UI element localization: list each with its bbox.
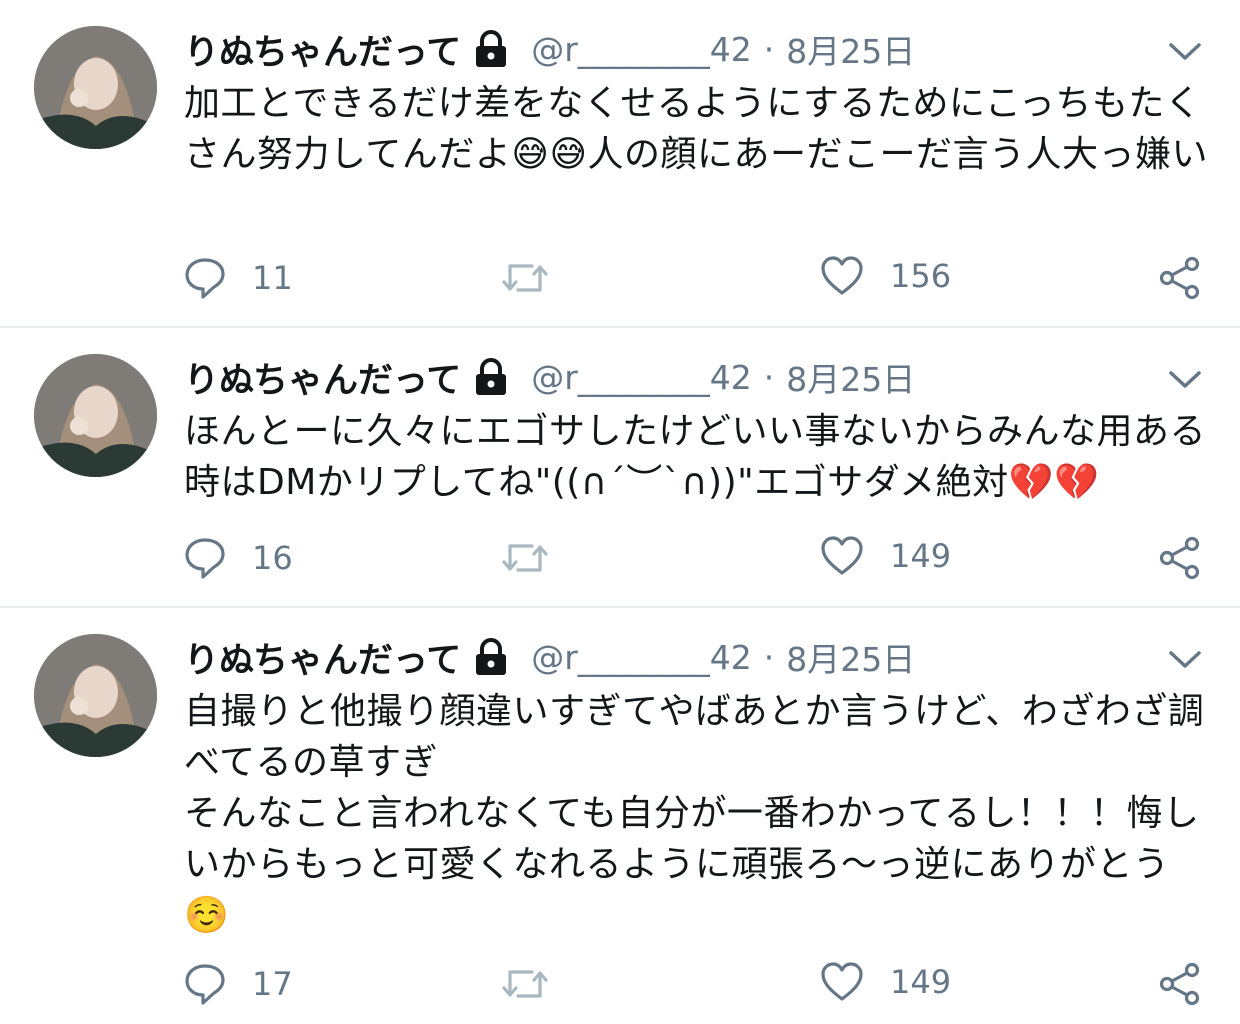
- separator-dot: ·: [763, 29, 775, 69]
- avatar-image: [34, 634, 157, 757]
- chevron-down-icon[interactable]: [1165, 36, 1205, 66]
- reply-button[interactable]: 17: [184, 962, 293, 1006]
- like-icon: [821, 962, 863, 1001]
- like-button[interactable]: 149: [820, 536, 951, 576]
- avatar[interactable]: [34, 354, 157, 477]
- reply-button[interactable]: 16: [184, 536, 293, 580]
- reply-count: 11: [252, 259, 293, 297]
- share-button[interactable]: [1158, 962, 1202, 1006]
- share-icon: [1159, 536, 1200, 580]
- reply-count: 17: [252, 965, 293, 1003]
- avatar-image: [34, 26, 157, 149]
- like-icon: [821, 536, 863, 575]
- display-name[interactable]: りぬちゃんだって: [184, 632, 461, 683]
- lock-icon: [473, 29, 509, 69]
- share-button[interactable]: [1158, 536, 1202, 580]
- user-handle[interactable]: @r________42: [531, 358, 752, 397]
- tweet-actions: 16 149: [0, 528, 1240, 588]
- like-icon: [821, 256, 863, 295]
- chevron-down-icon[interactable]: [1165, 644, 1205, 674]
- reply-icon: [185, 964, 225, 1005]
- tweet-header: りぬちゃんだって @r________42 · 8月25日: [184, 630, 915, 684]
- retweet-icon: [502, 544, 548, 572]
- retweet-icon: [502, 970, 548, 998]
- like-button[interactable]: 149: [820, 962, 951, 1002]
- tweet-date[interactable]: 8月25日: [786, 353, 915, 401]
- tweet-text: ほんとーに久々にエゴサしたけどいい事ないからみんな用ある時はDMかリプしてね"(…: [184, 411, 1207, 503]
- retweet-button[interactable]: [500, 538, 550, 578]
- user-handle[interactable]: @r________42: [531, 30, 752, 69]
- retweet-icon: [502, 264, 548, 292]
- tweet-actions: 11 156: [0, 248, 1240, 308]
- like-button[interactable]: 156: [820, 256, 951, 296]
- chevron-down-icon[interactable]: [1165, 364, 1205, 394]
- tweet[interactable]: りぬちゃんだって @r________42 · 8月25日 加工とできるだけ差を…: [0, 0, 1240, 326]
- tweet-date[interactable]: 8月25日: [786, 25, 915, 73]
- separator-dot: ·: [763, 357, 775, 397]
- tweet-actions: 17 149: [0, 954, 1240, 1014]
- share-button[interactable]: [1158, 256, 1202, 300]
- share-icon: [1159, 962, 1200, 1006]
- retweet-button[interactable]: [500, 964, 550, 1004]
- tweet-header: りぬちゃんだって @r________42 · 8月25日: [184, 22, 915, 76]
- reply-icon: [185, 258, 225, 299]
- reply-button[interactable]: 11: [184, 256, 293, 300]
- reply-count: 16: [252, 539, 293, 577]
- tweet-text: 自撮りと他撮り顔違いすぎてやばあとか言うけど、わざわざ調べてるの草すぎ そんなこ…: [184, 691, 1205, 936]
- timeline: りぬちゃんだって @r________42 · 8月25日 加工とできるだけ差を…: [0, 0, 1240, 1024]
- tweet-date[interactable]: 8月25日: [786, 633, 915, 681]
- like-count: 149: [890, 963, 952, 1001]
- lock-icon: [473, 357, 509, 397]
- share-icon: [1159, 256, 1200, 300]
- tweet-text: 加工とできるだけ差をなくせるようにするためにこっちもたくさん努力してんだよ😅😅人…: [184, 83, 1208, 175]
- like-count: 149: [890, 537, 952, 575]
- avatar[interactable]: [34, 26, 157, 149]
- avatar-image: [34, 354, 157, 477]
- tweet-header: りぬちゃんだって @r________42 · 8月25日: [184, 350, 915, 404]
- separator-dot: ·: [763, 637, 775, 677]
- reply-icon: [185, 538, 225, 579]
- tweet[interactable]: りぬちゃんだって @r________42 · 8月25日 自撮りと他撮り顔違い…: [0, 606, 1240, 1024]
- like-count: 156: [890, 257, 952, 295]
- display-name[interactable]: りぬちゃんだって: [184, 352, 461, 403]
- user-handle[interactable]: @r________42: [531, 638, 752, 677]
- retweet-button[interactable]: [500, 258, 550, 298]
- lock-icon: [473, 637, 509, 677]
- avatar[interactable]: [34, 634, 157, 757]
- tweet[interactable]: りぬちゃんだって @r________42 · 8月25日 ほんとーに久々にエゴ…: [0, 326, 1240, 606]
- display-name[interactable]: りぬちゃんだって: [184, 24, 461, 75]
